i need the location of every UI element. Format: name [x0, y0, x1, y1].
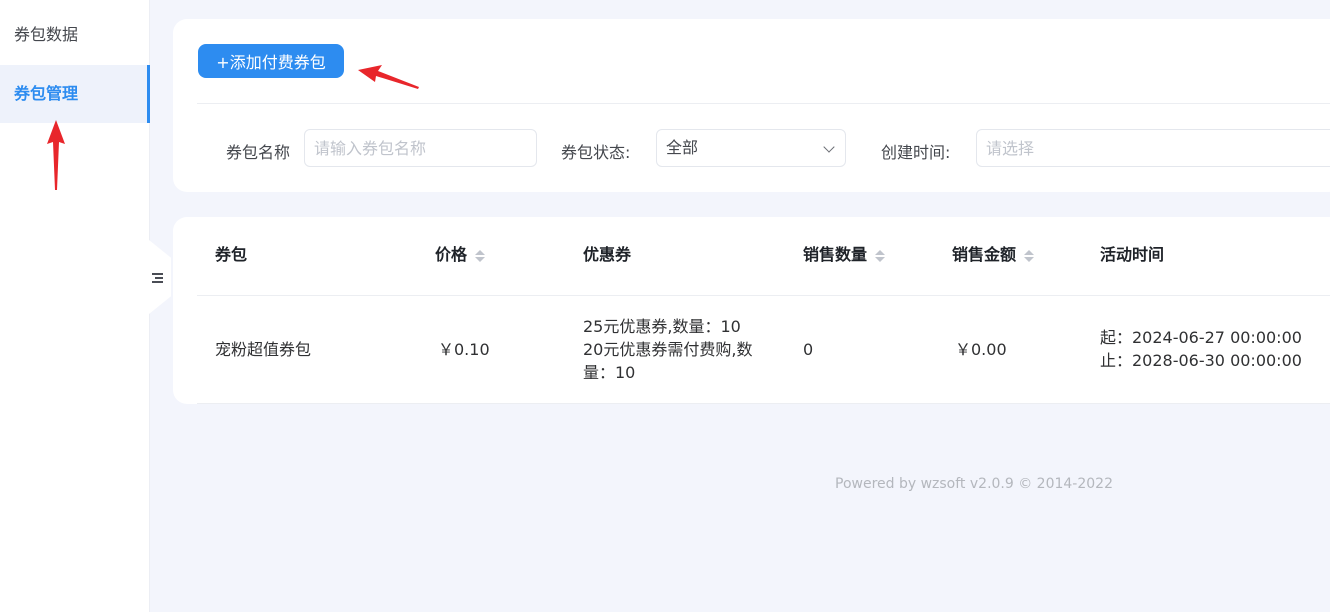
sidebar-item-coupon-data[interactable]: 券包数据 — [0, 6, 150, 64]
created-time-label: 创建时间: — [881, 143, 951, 162]
coupon-pack-name-input[interactable] — [304, 129, 537, 167]
sort-caret-icon[interactable] — [875, 249, 886, 262]
column-header-sales-count-label: 销售数量 — [803, 245, 868, 264]
coupon-pack-status-select[interactable]: 全部 — [656, 129, 846, 167]
cell-price: ￥0.10 — [438, 340, 490, 359]
coupon-pack-table: 券包 价格 优惠券 销售数量 销售金额 活动时间 宠粉超值券包 ￥0.10 25… — [173, 217, 1330, 404]
status-selected-value: 全部 — [666, 138, 699, 157]
coupon-pack-name-label: 券包名称 — [226, 143, 291, 162]
column-header-sales-amount[interactable]: 销售金额 — [952, 245, 1035, 265]
cell-sales-count: 0 — [803, 340, 814, 359]
sidebar-collapse-toggle[interactable] — [149, 240, 171, 314]
footer-copyright: Powered by wzsoft v2.0.9 © 2014-2022 — [835, 476, 1113, 492]
coupon-pack-status-label: 券包状态: — [561, 143, 631, 162]
cell-coupon-pack-name: 宠粉超值券包 — [215, 340, 312, 359]
divider — [197, 103, 1330, 104]
column-header-activity-time: 活动时间 — [1100, 245, 1165, 264]
collapse-menu-icon — [152, 273, 163, 283]
activity-start-time: 起：2024-06-27 00:00:00 — [1100, 328, 1302, 347]
filter-card: +添加付费券包 券包名称 券包状态: 全部 创建时间: — [173, 19, 1330, 192]
created-time-picker[interactable] — [976, 129, 1330, 167]
column-header-sales-amount-label: 销售金额 — [952, 245, 1017, 264]
column-header-sales-count[interactable]: 销售数量 — [803, 245, 886, 265]
column-header-coupon-pack: 券包 — [215, 245, 248, 264]
coupon-line: 量：10 — [583, 363, 636, 382]
cell-activity-time: 起：2024-06-27 00:00:00 止：2028-06-30 00:00… — [1100, 326, 1302, 372]
row-divider — [197, 403, 1330, 404]
coupon-line: 25元优惠券,数量：10 — [583, 317, 741, 336]
sidebar-item-coupon-management[interactable]: 券包管理 — [0, 65, 150, 123]
column-header-price-label: 价格 — [435, 245, 468, 264]
header-divider — [197, 295, 1330, 296]
cell-coupons: 25元优惠券,数量：10 20元优惠券需付费购,数 量：10 — [583, 315, 752, 384]
coupon-line: 20元优惠券需付费购,数 — [583, 340, 753, 359]
chevron-down-icon — [823, 141, 835, 153]
annotation-arrow-left-icon — [358, 65, 419, 89]
column-header-coupons: 优惠券 — [583, 245, 632, 264]
annotation-arrow-up-icon — [47, 120, 65, 190]
sort-caret-icon[interactable] — [1024, 249, 1035, 262]
sort-caret-icon[interactable] — [475, 249, 486, 262]
activity-end-time: 止：2028-06-30 00:00:00 — [1100, 351, 1302, 370]
cell-sales-amount: ￥0.00 — [955, 340, 1007, 359]
sidebar: 券包数据 券包管理 — [0, 0, 150, 612]
add-paid-coupon-pack-button[interactable]: +添加付费券包 — [198, 44, 344, 78]
column-header-price[interactable]: 价格 — [435, 245, 486, 265]
